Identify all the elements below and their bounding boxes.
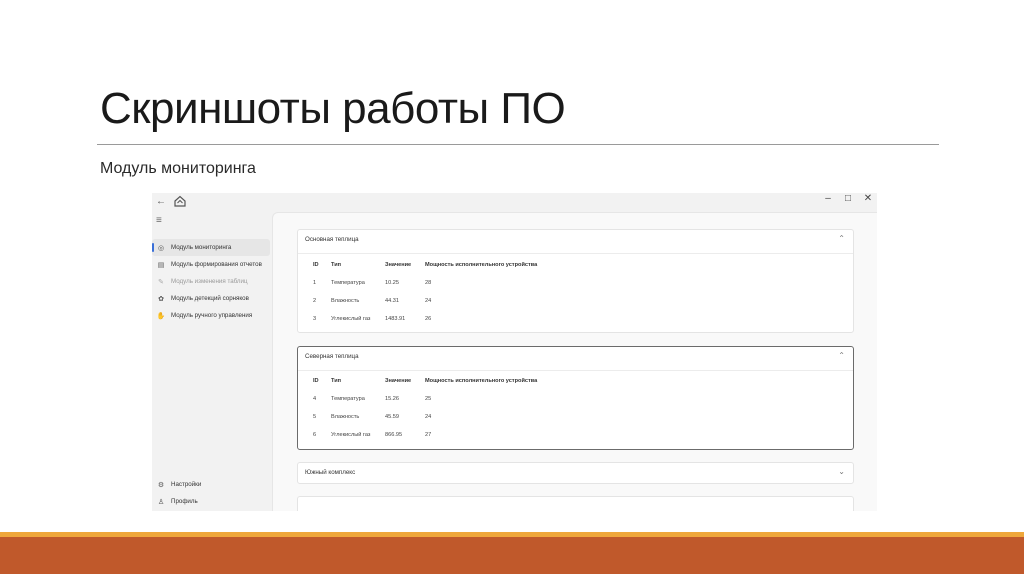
cell-power: 26 [425,316,432,322]
flower-icon: ✿ [158,295,164,303]
sidebar-item-label: Профиль [171,498,198,505]
sidebar-item-label: Модуль детекций сорняков [171,295,249,302]
cell-value: 866.95 [385,432,403,438]
gear-icon: ⚙ [157,481,165,489]
col-header-id: ID [313,262,319,268]
panel-divider [298,253,853,254]
col-header-power: Мощность исполнительного устройства [425,262,538,268]
cell-power: 28 [425,280,432,286]
cell-power: 25 [425,396,432,402]
close-button[interactable]: ✕ [858,193,877,204]
sidebar-item-weed-detection[interactable]: ✿ Модуль детекций сорняков [152,290,270,307]
person-icon: ♙ [157,498,165,506]
panel-header[interactable]: Южный комплекс ⌄ [298,463,853,483]
cell-id: 1 [313,280,317,286]
panel-south-complex: Южный комплекс ⌄ [297,462,854,484]
chevron-up-icon[interactable]: ⌃ [838,234,845,243]
hamburger-menu-icon[interactable]: ≡ [156,215,162,226]
panel-north-greenhouse: Северная теплица ⌃ ID Тип Значение Мощно… [297,346,854,450]
slide-title: Скриншоты работы ПО [100,84,566,133]
sidebar-item-manual-control[interactable]: ✋ Модуль ручного управления [152,307,270,324]
maximize-button[interactable]: □ [838,193,858,204]
cell-id: 3 [313,316,317,322]
cell-type: Температура [331,396,365,402]
main-content: Основная теплица ⌃ ID Тип Значение Мощно… [272,212,877,511]
cell-power: 27 [425,432,432,438]
panel-header[interactable]: Северная теплица ⌃ [298,347,853,367]
panel-title: Основная теплица [305,236,359,243]
cell-id: 2 [313,298,317,304]
col-header-id: ID [313,378,319,384]
panel-title: Южный комплекс [305,469,356,476]
col-header-power: Мощность исполнительного устройства [425,378,538,384]
sidebar-item-label: Модуль ручного управления [171,312,253,319]
cell-id: 4 [313,396,317,402]
cell-type: Влажность [331,414,360,420]
cell-power: 24 [425,414,432,420]
cell-id: 6 [313,432,317,438]
cell-value: 10.25 [385,280,399,286]
panel-title: Северная теплица [305,353,359,360]
sidebar-item-label: Модуль мониторинга [171,244,232,251]
sidebar-item-label: Настройки [171,481,202,488]
col-header-type: Тип [331,262,342,268]
title-divider [97,144,939,145]
pencil-icon: ✎ [158,278,164,286]
chevron-up-icon[interactable]: ⌃ [838,351,845,360]
minimize-button[interactable]: – [818,193,838,204]
hand-icon: ✋ [156,312,166,320]
sidebar-item-profile[interactable]: ♙ Профиль [152,493,270,510]
panel-divider [298,370,853,371]
app-screenshot: ← – □ ✕ ≡ ◎ Модуль мониторинга ▤ Модуль … [152,193,877,511]
panel-main-greenhouse: Основная теплица ⌃ ID Тип Значение Мощно… [297,229,854,333]
sidebar-item-reports[interactable]: ▤ Модуль формирования отчетов [152,256,270,273]
footer-bar [0,537,1024,574]
monitoring-icon: ◎ [157,244,165,252]
panel-next[interactable] [297,496,854,511]
app-logo-icon [174,195,186,207]
cell-id: 5 [313,414,317,420]
arrow-left-icon[interactable]: ← [156,196,166,207]
sidebar-item-monitoring[interactable]: ◎ Модуль мониторинга [152,239,270,256]
cell-type: Температура [331,280,365,286]
window-titlebar: ← – □ ✕ [152,193,877,209]
cell-power: 24 [425,298,432,304]
cell-value: 45.59 [385,414,399,420]
cell-type: Углекислый газ [331,432,371,438]
sidebar-item-label: Модуль изменения таблиц [171,278,248,285]
cell-type: Влажность [331,298,360,304]
panel-header[interactable]: Основная теплица ⌃ [298,230,853,250]
col-header-value: Значение [385,378,412,384]
col-header-value: Значение [385,262,412,268]
chevron-down-icon[interactable]: ⌄ [838,467,845,476]
document-icon: ▤ [157,261,165,269]
cell-value: 44.31 [385,298,399,304]
sidebar-item-settings[interactable]: ⚙ Настройки [152,476,270,493]
col-header-type: Тип [331,378,342,384]
slide-subtitle: Модуль мониторинга [100,160,256,177]
sidebar-item-label: Модуль формирования отчетов [171,261,262,268]
sidebar-item-table-edit[interactable]: ✎ Модуль изменения таблиц [152,273,270,290]
cell-value: 15.26 [385,396,399,402]
cell-value: 1483.91 [385,316,406,322]
cell-type: Углекислый газ [331,316,371,322]
